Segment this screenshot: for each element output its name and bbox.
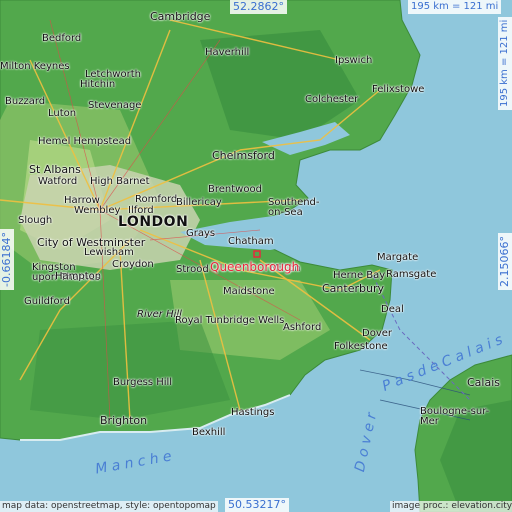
- city-label: Guildford: [24, 296, 70, 307]
- city-label: Ramsgate: [386, 269, 437, 280]
- city-label: Burgess Hill: [113, 377, 173, 388]
- city-label: Bexhill: [192, 427, 226, 438]
- city-label: Stevenage: [88, 100, 142, 111]
- city-label: Canterbury: [322, 282, 384, 295]
- city-label: Royal Tunbridge Wells: [175, 315, 285, 326]
- city-label-capital: LONDON: [118, 214, 189, 230]
- city-label: High Barnet: [90, 176, 150, 187]
- city-label: Margate: [377, 252, 419, 263]
- city-label: Colchester: [305, 94, 359, 105]
- city-label: Ipswich: [335, 55, 373, 66]
- city-label: Herne Bay: [333, 270, 386, 281]
- city-label: Buzzard: [5, 96, 46, 107]
- scale-top: 195 km = 121 mi: [408, 0, 502, 14]
- city-label: Ashford: [283, 322, 322, 333]
- city-label: Luton: [48, 108, 77, 119]
- city-label: Chatham: [228, 236, 274, 247]
- city-label: Billericay: [176, 197, 222, 208]
- city-label: Folkestone: [334, 341, 388, 352]
- city-label: Haverhill: [205, 47, 250, 58]
- coord-top: 52.2862°: [230, 0, 287, 14]
- map-graphics: [0, 0, 512, 512]
- attribution-image-proc: image proc.: elevation.city: [390, 501, 512, 512]
- city-label: Chelmsford: [212, 149, 275, 162]
- city-label: Felixstowe: [372, 84, 425, 95]
- scale-right: 195 km = 121 mi: [498, 16, 512, 110]
- city-label: Wembley: [74, 205, 121, 216]
- city-label: Calais: [467, 376, 501, 389]
- city-label: Cambridge: [150, 10, 211, 23]
- city-label: Deal: [381, 304, 404, 315]
- city-label: Slough: [18, 215, 53, 226]
- city-label: Hitchin: [80, 79, 116, 90]
- city-label: Hastings: [231, 407, 275, 418]
- coord-right: 2.15066°: [498, 233, 512, 290]
- city-label: Lewisham: [84, 247, 134, 258]
- city-label: Grays: [186, 228, 216, 239]
- city-label: Brighton: [100, 414, 148, 427]
- city-label: Boulogne-sur-Mer: [420, 406, 490, 427]
- city-label: Croydon: [112, 259, 154, 270]
- city-label: Hemel Hempstead: [38, 136, 132, 147]
- city-label: Maidstone: [223, 286, 275, 297]
- selected-place-label: Queenborough: [210, 260, 300, 274]
- city-label: Hampton: [55, 271, 102, 282]
- attribution-map-data: map data: openstreetmap, style: opentopo…: [0, 501, 218, 512]
- city-label: Milton Keynes: [0, 61, 70, 72]
- city-label: Strood: [176, 264, 209, 275]
- city-label: Romford: [135, 194, 178, 205]
- city-label: Watford: [38, 176, 78, 187]
- city-label: Southend-on-Sea: [268, 197, 320, 218]
- topographic-map[interactable]: Cambridge Bedford Letchworth Haverhill I…: [0, 0, 512, 512]
- city-label: Bedford: [42, 33, 82, 44]
- city-label: Brentwood: [208, 184, 262, 195]
- coord-bottom: 50.53217°: [225, 498, 289, 512]
- city-label: Dover: [362, 328, 392, 339]
- city-label: St Albans: [29, 163, 81, 176]
- coord-left: -0.66184°: [0, 229, 14, 290]
